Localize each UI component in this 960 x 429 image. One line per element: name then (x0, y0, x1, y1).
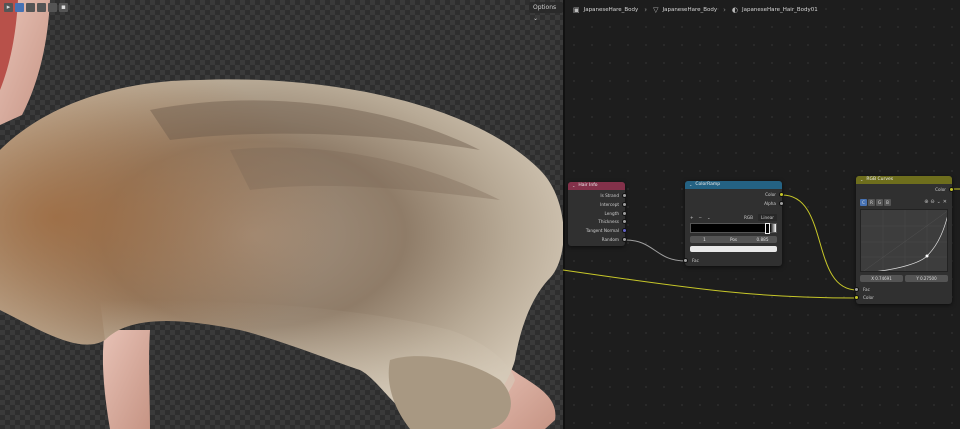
socket-color-out[interactable] (949, 187, 954, 192)
collapse-chevron-icon[interactable]: ⌄ (689, 181, 692, 189)
node-title: ColorRamp (695, 182, 721, 187)
breadcrumb-separator-icon: › (723, 6, 726, 14)
zoom-in-icon[interactable]: ⊕ (924, 199, 928, 205)
ramp-menu-button[interactable]: ⌄ (707, 215, 711, 220)
color-ramp-node[interactable]: ⌄ ColorRamp Color Alpha + − ⌄ RGB Linear… (683, 181, 784, 266)
output-intercept: Intercept (600, 202, 619, 207)
socket-thickness[interactable] (622, 219, 627, 224)
stop-color-swatch[interactable] (690, 246, 777, 252)
socket-length[interactable] (622, 211, 627, 216)
stop-index-field[interactable]: 1 (690, 237, 719, 242)
options-dropdown[interactable]: Options ⌄ (529, 2, 563, 22)
output-random: Random (601, 237, 619, 242)
ramp-stop-handle[interactable] (765, 223, 770, 234)
curve-control-point (925, 254, 929, 258)
collapse-chevron-icon[interactable]: ⌄ (860, 176, 863, 184)
breadcrumb-label: JapaneseHare_Body (662, 7, 718, 13)
tab-red[interactable]: R (868, 199, 875, 206)
collapse-chevron-icon[interactable]: ⌄ (572, 182, 575, 190)
socket-color-in[interactable] (854, 295, 859, 300)
ramp-controls: + − ⌄ RGB Linear (690, 213, 777, 221)
output-thickness: Thickness (598, 219, 619, 224)
viewport-toolbar: ▸ ▪ (4, 3, 68, 12)
hair-info-node[interactable]: ⌄ Hair Info Is Strand Intercept Length T… (568, 182, 627, 246)
mesh-icon: ▽ (653, 6, 659, 14)
input-fac: Fac (692, 258, 699, 263)
pos-label: Pos (729, 237, 738, 242)
socket-tangent-normal[interactable] (622, 228, 627, 233)
curve-menu-icon[interactable]: ⌄ (937, 199, 941, 205)
tab-green[interactable]: G (876, 199, 883, 206)
select-box-icon[interactable] (15, 3, 24, 12)
curve-channel-tabs: C R G B (860, 199, 891, 206)
tab-blue[interactable]: B (884, 199, 891, 206)
socket-is-strand[interactable] (622, 193, 627, 198)
output-is-strand: Is Strand (600, 193, 619, 198)
breadcrumb-item-object[interactable]: ▣ JapaneseHare_Body (573, 6, 638, 14)
socket-fac-in[interactable] (854, 287, 859, 292)
breadcrumb-item-mesh[interactable]: ▽ JapaneseHare_Body (653, 6, 717, 14)
input-fac: Fac (863, 287, 870, 292)
rgb-curves-node[interactable]: ⌄ RGB Curves Color C R G B ⊕ ⊖ ⌄ ✕ X 0.7… (854, 176, 954, 304)
select-subtract-icon[interactable] (37, 3, 46, 12)
coord-y-field[interactable]: Y 0.27500 (905, 275, 948, 282)
blender-window: ▸ ▪ Options ⌄ ▣ JapaneseHare_Body › ▽ Ja… (0, 0, 960, 429)
add-stop-button[interactable]: + (690, 215, 694, 220)
select-invert-icon[interactable] (48, 3, 57, 12)
breadcrumb: ▣ JapaneseHare_Body › ▽ JapaneseHare_Bod… (573, 6, 818, 14)
output-color: Color (935, 187, 946, 192)
hare-render (0, 0, 563, 429)
zoom-out-icon[interactable]: ⊖ (930, 199, 934, 205)
socket-alpha-out[interactable] (779, 201, 784, 206)
output-alpha: Alpha (764, 201, 776, 206)
delete-point-icon[interactable]: ✕ (943, 199, 947, 205)
breadcrumb-label: JapaneseHare_Hair_Body01 (742, 7, 818, 13)
socket-fac-in[interactable] (683, 258, 688, 263)
select-extend-icon[interactable] (26, 3, 35, 12)
curve-graph[interactable] (860, 209, 948, 272)
node-title: RGB Curves (866, 177, 894, 182)
curve-coordinates: X 0.74691 Y 0.27500 (860, 275, 948, 282)
socket-color-out[interactable] (779, 192, 784, 197)
node-header[interactable]: ⌄ Hair Info (568, 182, 625, 190)
curve-line (877, 216, 947, 271)
material-icon: ◐ (731, 6, 739, 14)
3d-viewport[interactable]: ▸ ▪ Options ⌄ (0, 0, 563, 429)
stop-position-row: 1 Pos 0.885 (690, 236, 777, 243)
node-title: Hair Info (578, 183, 598, 188)
node-header[interactable]: ⌄ ColorRamp (685, 181, 782, 189)
interpolation-select[interactable]: Linear (757, 213, 777, 221)
curve-graph-svg (861, 210, 947, 271)
color-ramp-bar[interactable] (690, 223, 777, 233)
pos-value-field[interactable]: 0.885 (748, 237, 777, 242)
node-header[interactable]: ⌄ RGB Curves (856, 176, 952, 184)
breadcrumb-separator-icon: › (644, 6, 648, 14)
socket-random[interactable] (622, 237, 627, 242)
select-intersect-icon[interactable]: ▪ (59, 3, 68, 12)
socket-intercept[interactable] (622, 202, 627, 207)
object-icon: ▣ (573, 6, 580, 14)
remove-stop-button[interactable]: − (699, 215, 703, 220)
tab-combined[interactable]: C (860, 199, 867, 206)
color-mode-select[interactable]: RGB (744, 215, 753, 220)
output-tangent-normal: Tangent Normal (585, 228, 619, 233)
output-color: Color (765, 192, 776, 197)
output-length: Length (604, 211, 619, 216)
breadcrumb-item-material[interactable]: ◐ JapaneseHare_Hair_Body01 (732, 6, 818, 14)
input-color: Color (863, 295, 874, 300)
curve-tools: ⊕ ⊖ ⌄ ✕ (924, 199, 947, 205)
breadcrumb-label: JapaneseHare_Body (583, 7, 639, 13)
viewport-tool-button[interactable]: ▸ (4, 3, 13, 12)
coord-x-field[interactable]: X 0.74691 (860, 275, 903, 282)
